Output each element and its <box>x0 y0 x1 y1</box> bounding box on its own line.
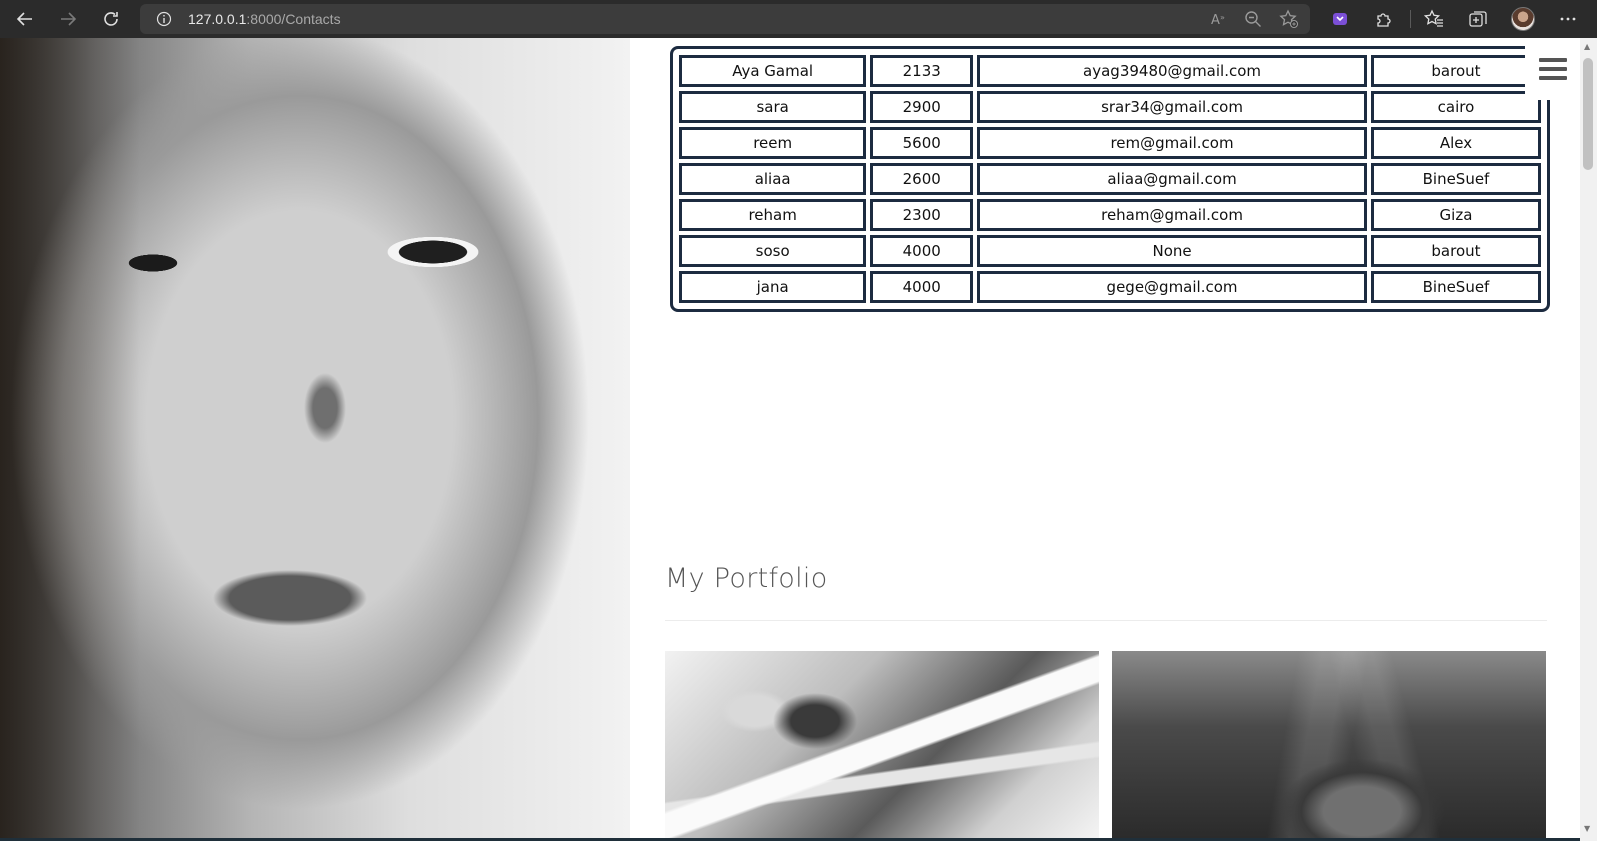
more-icon[interactable] <box>1557 8 1579 30</box>
contact-phone-cell: 4000 <box>870 235 974 267</box>
contact-name-cell: reham <box>679 199 867 231</box>
contact-city-cell: Giza <box>1370 199 1541 231</box>
table-row: reham 2300 reham@gmail.com Giza <box>679 199 1541 231</box>
back-icon[interactable] <box>12 6 38 32</box>
portfolio-thumbnail-wedding[interactable] <box>665 651 1099 841</box>
scrollbar-thumb[interactable] <box>1583 58 1593 170</box>
page-content: Aya Gamal 2133 ayag39480@gmail.com barout sa… <box>0 38 1580 841</box>
table-row: Aya Gamal 2133 ayag39480@gmail.com barout <box>679 55 1541 87</box>
collections-icon[interactable] <box>1467 8 1489 30</box>
contact-city-cell: barout <box>1370 235 1541 267</box>
contact-email-cell: reham@gmail.com <box>977 199 1367 231</box>
table-row: jana 4000 gege@gmail.com BineSuef <box>679 271 1541 303</box>
hamburger-menu-icon[interactable] <box>1525 38 1580 100</box>
refresh-icon[interactable] <box>98 6 124 32</box>
contact-phone-cell: 2300 <box>870 199 974 231</box>
contact-name-cell: Aya Gamal <box>679 55 867 87</box>
svg-text:»: » <box>1220 13 1225 22</box>
read-aloud-icon[interactable]: A» <box>1208 8 1230 30</box>
contact-email-cell: srar34@gmail.com <box>977 91 1367 123</box>
forward-icon[interactable] <box>55 6 81 32</box>
hero-portrait-image <box>0 38 630 841</box>
portfolio-divider <box>665 620 1547 621</box>
contact-city-cell: BineSuef <box>1370 163 1541 195</box>
contact-name-cell: jana <box>679 271 867 303</box>
scroll-down-icon[interactable]: ▼ <box>1584 824 1590 833</box>
favorites-icon[interactable] <box>1423 8 1445 30</box>
table-row: sara 2900 srar34@gmail.com cairo <box>679 91 1541 123</box>
table-row: reem 5600 rem@gmail.com Alex <box>679 127 1541 159</box>
contact-city-cell: barout <box>1370 55 1541 87</box>
contact-phone-cell: 5600 <box>870 127 974 159</box>
site-info-icon[interactable] <box>156 11 172 31</box>
table-row: aliaa 2600 aliaa@gmail.com BineSuef <box>679 163 1541 195</box>
extension-icon[interactable] <box>1329 8 1351 30</box>
contact-name-cell: soso <box>679 235 867 267</box>
zoom-out-icon[interactable] <box>1242 8 1264 30</box>
table-row: soso 4000 None barout <box>679 235 1541 267</box>
contact-email-cell: ayag39480@gmail.com <box>977 55 1367 87</box>
contact-phone-cell: 4000 <box>870 271 974 303</box>
contact-city-cell: BineSuef <box>1370 271 1541 303</box>
contact-phone-cell: 2600 <box>870 163 974 195</box>
portfolio-thumbnail-underwater[interactable] <box>1112 651 1546 841</box>
add-favorite-icon[interactable] <box>1278 8 1300 30</box>
browser-toolbar: 127.0.0.1:8000/Contacts A» <box>0 0 1597 38</box>
page-scrollbar[interactable]: ▲ ▼ <box>1580 38 1597 841</box>
contact-email-cell: rem@gmail.com <box>977 127 1367 159</box>
contacts-table: Aya Gamal 2133 ayag39480@gmail.com barout sa… <box>670 46 1550 312</box>
contact-name-cell: reem <box>679 127 867 159</box>
scroll-up-icon[interactable]: ▲ <box>1584 42 1590 51</box>
portfolio-title: My Portfolio <box>665 563 828 594</box>
url-text: 127.0.0.1:8000/Contacts <box>188 11 341 27</box>
puzzle-icon[interactable] <box>1373 8 1395 30</box>
toolbar-divider <box>1410 10 1411 28</box>
contact-email-cell: aliaa@gmail.com <box>977 163 1367 195</box>
contacts-table-body: Aya Gamal 2133 ayag39480@gmail.com barout sa… <box>679 55 1541 303</box>
contact-city-cell: Alex <box>1370 127 1541 159</box>
address-bar[interactable]: 127.0.0.1:8000/Contacts <box>140 4 1310 34</box>
contact-name-cell: sara <box>679 91 867 123</box>
contact-email-cell: gege@gmail.com <box>977 271 1367 303</box>
svg-text:A: A <box>1211 13 1220 28</box>
contact-city-cell: cairo <box>1370 91 1541 123</box>
contact-name-cell: aliaa <box>679 163 867 195</box>
contact-phone-cell: 2133 <box>870 55 974 87</box>
contact-phone-cell: 2900 <box>870 91 974 123</box>
profile-avatar[interactable] <box>1511 7 1535 31</box>
contact-email-cell: None <box>977 235 1367 267</box>
